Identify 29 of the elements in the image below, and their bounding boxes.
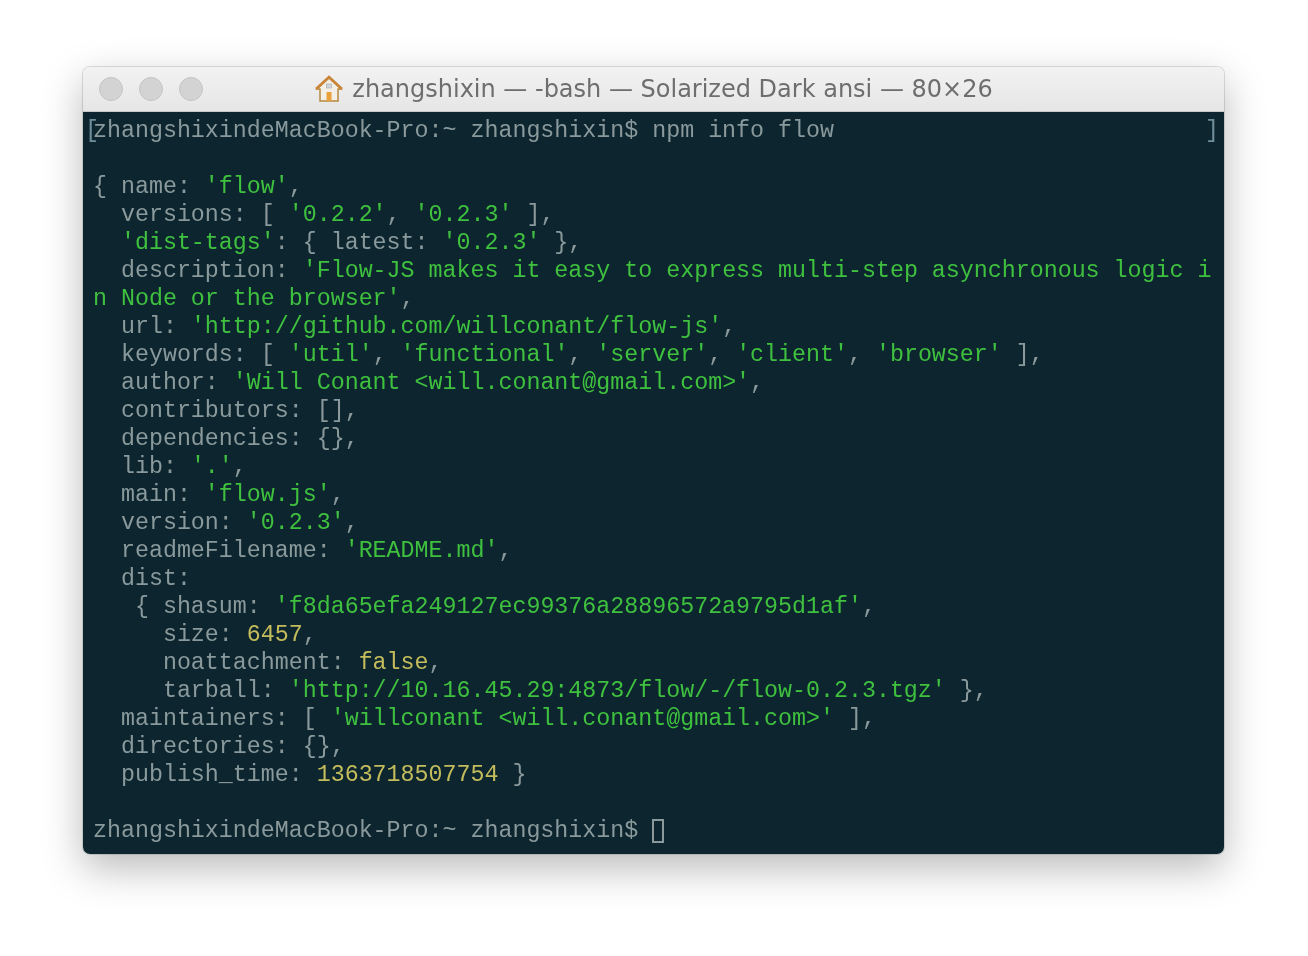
output-line: author: 'Will Conant <will.conant@gmail.com>', <box>119 369 765 397</box>
output-line: publish_time: 1363718507754 } <box>119 761 527 789</box>
output-line: dependencies: {}, <box>119 425 359 453</box>
output-line: maintainers: [ 'willconant <will.conant@gmail.com>' ], <box>119 705 876 733</box>
output-line: lib: '.', <box>119 453 247 481</box>
output-line: n Node or the browser', <box>93 285 415 313</box>
output-line: contributors: [], <box>119 397 359 425</box>
output-line: noattachment: false, <box>161 649 443 677</box>
output-line: readmeFilename: 'README.md', <box>119 537 513 565</box>
output-line: keywords: [ 'util', 'functional', 'server', 'client', 'browser' ], <box>119 341 1044 369</box>
output-line: { name: 'flow', <box>93 173 303 201</box>
output-line: version: '0.2.3', <box>119 509 359 537</box>
window-button-icon[interactable] <box>99 77 123 101</box>
output-line: description: 'Flow-JS makes it easy to express multi-step asynchronous logic i <box>119 257 1212 285</box>
command-prompt: zhangshixindeMacBook-Pro:~ zhangshixin$ <box>93 817 640 845</box>
output-line: main: 'flow.js', <box>119 481 345 509</box>
output-line: tarball: 'http://10.16.45.29:4873/flow/-/flow-0.2.3.tgz' }, <box>161 677 988 705</box>
output-line: { shasum: 'f8da65efa249127ec99376a28896572a9795d1af', <box>133 593 876 621</box>
house-icon <box>314 75 345 103</box>
output-line: size: 6457, <box>161 621 317 649</box>
window-button-icon[interactable] <box>139 77 163 101</box>
output-line: url: 'http://github.com/willconant/flow-js', <box>119 313 737 341</box>
output-line: directories: {}, <box>119 733 345 761</box>
window-title: zhangshixin — -bash — Solarized Dark ansi — 80×26 <box>352 75 993 103</box>
window-button-icon[interactable] <box>179 77 203 101</box>
output-line: 'dist-tags': { latest: '0.2.3' }, <box>119 229 583 257</box>
line-marker: ] <box>1205 117 1219 145</box>
output-line: dist: <box>119 565 191 593</box>
output-line: versions: [ '0.2.2', '0.2.3' ], <box>119 201 555 229</box>
